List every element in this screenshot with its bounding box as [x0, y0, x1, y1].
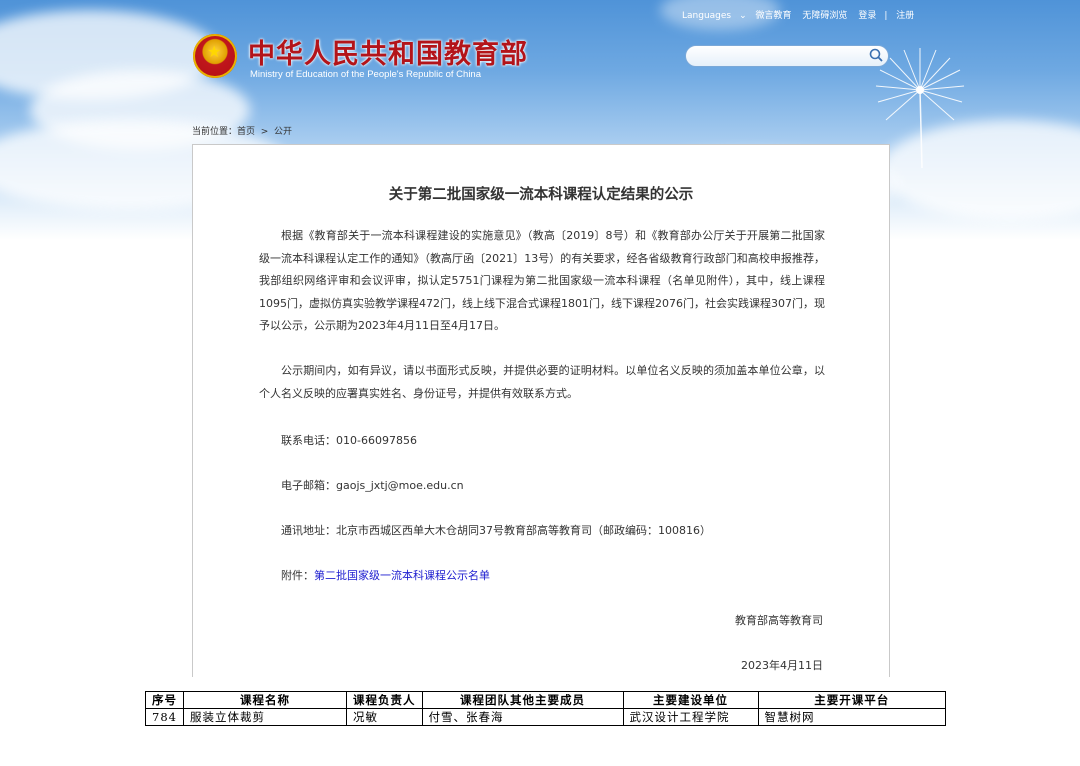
search-box — [685, 45, 889, 67]
star-icon: ★ — [207, 42, 222, 61]
table-header-row: 序号 课程名称 课程负责人 课程团队其他主要成员 主要建设单位 主要开课平台 — [145, 691, 946, 709]
table-cell: 784 — [145, 708, 184, 726]
site-subtitle: Ministry of Education of the People's Re… — [250, 69, 481, 80]
column-header: 主要开课平台 — [757, 691, 946, 709]
table-cell: 智慧树网 — [757, 708, 946, 726]
column-header: 课程负责人 — [346, 691, 423, 709]
breadcrumb-prefix: 当前位置： — [192, 127, 238, 137]
table-cell: 服装立体裁剪 — [183, 708, 347, 726]
contact-phone: 联系电话：010-66097856 — [281, 434, 417, 447]
accessibility-link[interactable]: 无障碍浏览 — [802, 11, 847, 21]
article-panel: 关于第二批国家级一流本科课程认定结果的公示 根据《教育部关于一流本科课程建设的实… — [192, 144, 890, 677]
languages-link[interactable]: Languages — [682, 11, 731, 21]
national-emblem-icon: ★ — [193, 34, 237, 78]
divider: | — [884, 11, 888, 21]
attachment-line: 附件：第二批国家级一流本科课程公示名单 — [281, 567, 490, 583]
column-header: 序号 — [145, 691, 184, 709]
contact-address: 通讯地址：北京市西城区西单大木仓胡同37号教育部高等教育司（邮政编码：10081… — [281, 524, 711, 537]
attachment-label: 附件： — [281, 569, 314, 582]
article-paragraph-2: 公示期间内，如有异议，请以书面形式反映，并提供必要的证明材料。以单位名义反映的须… — [259, 364, 825, 400]
top-links: Languages ⌄ 微言教育 无障碍浏览 登录 | 注册 — [682, 8, 922, 21]
publish-date: 2023年4月11日 — [741, 659, 823, 672]
breadcrumb-separator: > — [260, 127, 269, 137]
contact-email: 电子邮箱：gaojs_jxtj@moe.edu.cn — [281, 479, 464, 492]
site-title[interactable]: 中华人民共和国教育部 — [248, 32, 528, 71]
weiyan-jiaoyu-link[interactable]: 微言教育 — [756, 11, 792, 21]
login-link[interactable]: 登录 — [858, 11, 876, 21]
register-link[interactable]: 注册 — [896, 11, 914, 21]
column-header: 课程名称 — [183, 691, 347, 709]
column-header: 主要建设单位 — [622, 691, 759, 709]
search-icon[interactable] — [868, 47, 884, 63]
attachment-link[interactable]: 第二批国家级一流本科课程公示名单 — [314, 569, 490, 582]
article-title: 关于第二批国家级一流本科课程认定结果的公示 — [388, 187, 694, 203]
course-table: 序号 课程名称 课程负责人 课程团队其他主要成员 主要建设单位 主要开课平台 7… — [145, 691, 946, 726]
table-row: 784 服装立体裁剪 况敏 付雪、张春海 武汉设计工程学院 智慧树网 — [145, 708, 946, 726]
breadcrumb-current-link[interactable]: 公开 — [274, 127, 292, 137]
chevron-down-icon: ⌄ — [739, 11, 747, 21]
table-cell: 况敏 — [346, 708, 423, 726]
breadcrumb-home-link[interactable]: 首页 — [237, 127, 255, 137]
breadcrumb: 当前位置：首页 > 公开 — [192, 124, 292, 137]
search-input[interactable] — [696, 48, 860, 64]
signer: 教育部高等教育司 — [735, 614, 823, 627]
article-paragraph-1: 根据《教育部关于一流本科课程建设的实施意见》（教高〔2019〕8号）和《教育部办… — [259, 229, 825, 332]
table-cell: 付雪、张春海 — [421, 708, 624, 726]
column-header: 课程团队其他主要成员 — [421, 691, 624, 709]
table-cell: 武汉设计工程学院 — [622, 708, 759, 726]
